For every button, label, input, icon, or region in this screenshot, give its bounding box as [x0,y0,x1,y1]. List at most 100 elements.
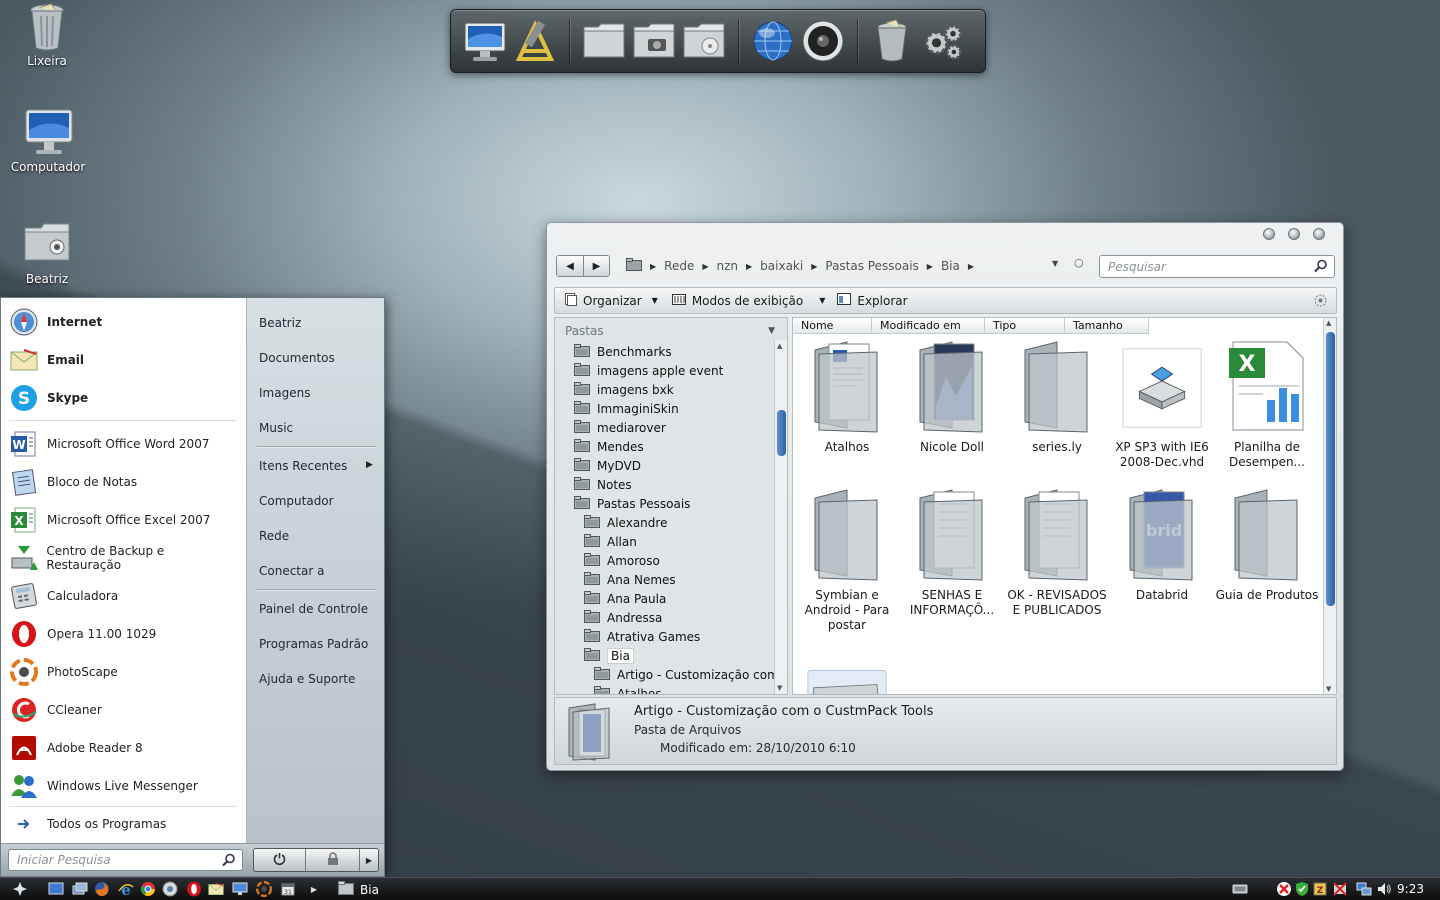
calendar-icon[interactable]: 31 [280,881,296,897]
scroll-thumb[interactable] [777,410,786,456]
tree-folder[interactable]: Notes [574,475,632,494]
place-user[interactable]: Beatriz [259,316,301,330]
show-desktop-icon[interactable] [48,881,64,897]
file-item-selected[interactable] [795,634,899,694]
switch-windows-icon[interactable] [72,881,88,897]
place-help[interactable]: Ajuda e Suporte [259,672,355,686]
file-item[interactable]: OK - REVISADOS E PUBLICADOS [1005,486,1109,618]
file-item[interactable]: Atalhos [795,338,899,455]
opera-icon[interactable] [186,881,202,897]
start-item-backup[interactable]: Centro de Backup e Restauração [9,541,239,575]
file-item[interactable]: SENHAS E INFORMAÇÕ... [900,486,1004,618]
start-item-safari-compass[interactable]: Internet [9,305,239,339]
breadcrumb-item[interactable]: Pastas Pessoais [825,259,918,273]
history-dropdown-icon[interactable]: ▼ [1052,259,1058,268]
place-control-panel[interactable]: Painel de Controle [259,602,368,616]
clock[interactable]: 9:23 [1397,882,1424,896]
scroll-up-icon[interactable]: ▲ [777,342,782,350]
network-warning-icon[interactable] [1332,881,1348,897]
minimize-button[interactable] [1263,228,1275,240]
start-item-excel[interactable]: X Microsoft Office Excel 2007 [9,503,239,537]
breadcrumb-item[interactable]: baixaki [760,259,803,273]
ie-icon[interactable]: e [118,881,134,897]
file-item[interactable]: X Planilha de Desempen... [1215,338,1319,470]
file-item[interactable]: XP SP3 with IE6 2008-Dec.vhd [1110,338,1214,470]
desktop-icon-trash[interactable]: Lixeira [2,2,92,68]
search-icon[interactable] [222,853,236,870]
scroll-thumb[interactable] [1326,332,1335,606]
breadcrumb-item[interactable]: nzn [717,259,739,273]
organize-button[interactable]: Organizar ▼ [565,292,658,309]
tree-folder[interactable]: Mendes [574,437,644,456]
firefox-icon[interactable] [94,881,110,897]
scroll-down-icon[interactable]: ▼ [1326,685,1331,693]
tree-folder[interactable]: imagens apple event [574,361,723,380]
folders-collapse-icon[interactable]: ▼ [768,326,775,336]
monitor-icon[interactable] [232,881,248,897]
column-header-name[interactable]: Nome [793,318,872,334]
start-item-opera[interactable]: Opera 11.00 1029 [9,617,239,651]
start-item-mail[interactable]: Email [9,343,239,377]
speaker-icon[interactable] [801,17,845,65]
mail-icon[interactable] [208,881,224,897]
scroll-down-icon[interactable]: ▼ [777,684,782,692]
tree-folder[interactable]: Benchmarks [574,342,672,361]
explore-button[interactable]: Explorar [837,293,908,308]
start-item-messenger[interactable]: Windows Live Messenger [9,769,239,803]
tree-folder[interactable]: mediarover [574,418,666,437]
start-item-calculator[interactable]: Calculadora [9,579,239,613]
desktop-icon-computer[interactable]: Computador [3,108,93,174]
tree-folder[interactable]: Andressa [584,608,662,627]
quick-launch-more-icon[interactable]: ▶ [306,881,322,897]
file-item[interactable]: Nicole Doll [900,338,1004,455]
volume-icon[interactable] [1376,881,1392,897]
start-item-skype[interactable]: S Skype [9,381,239,415]
network-icon[interactable] [1356,881,1372,897]
start-icon[interactable] [12,881,28,897]
tree-folder[interactable]: Amoroso [584,551,660,570]
tree-folder[interactable]: Bia [584,646,634,665]
back-button[interactable]: ◀ [557,256,583,276]
shield-icon[interactable] [1294,881,1310,897]
scroll-up-icon[interactable]: ▲ [1326,319,1331,327]
refresh-icon[interactable]: ○ [1074,256,1084,269]
close-button[interactable] [1313,228,1325,240]
start-item-adobe-reader[interactable]: Adobe Reader 8 [9,731,239,765]
forward-button[interactable]: ▶ [582,256,609,276]
file-item[interactable]: brid Databrid [1110,486,1214,603]
settings-gears-icon[interactable] [920,17,964,65]
keyboard-icon[interactable] [1232,881,1248,897]
tree-folder[interactable]: imagens bxk [574,380,674,399]
start-item-notepad[interactable]: Bloco de Notas [9,465,239,499]
camera-folder-icon[interactable] [632,17,676,65]
power-button[interactable] [254,849,306,871]
place-images[interactable]: Imagens [259,386,310,400]
shutdown-options-button[interactable]: ▶ [360,849,378,871]
views-button[interactable]: Modos de exibição ▼ [671,293,825,308]
tree-scrollbar[interactable]: ▲ ▼ [774,340,787,694]
search-icon[interactable] [1314,259,1328,276]
breadcrumb-item[interactable]: Bia [941,259,960,273]
start-search-input[interactable]: Iniciar Pesquisa [8,849,243,871]
lock-button[interactable] [306,849,360,871]
place-network[interactable]: Rede [259,529,289,543]
itunes-icon[interactable] [162,881,178,897]
file-item[interactable]: series.ly [1005,338,1109,455]
winzip-icon[interactable]: Z [1312,881,1328,897]
desktop-icon-user[interactable]: Beatriz [2,220,92,286]
tree-folder[interactable]: Atalhos [594,684,662,694]
file-item[interactable]: Symbian e Android - Para postar [795,486,899,633]
taskbar-button-bia[interactable]: Bia [332,880,385,899]
computer-icon[interactable] [463,17,507,65]
start-item-ccleaner[interactable]: CCleaner [9,693,239,727]
tree-folder[interactable]: Atrativa Games [584,627,700,646]
all-programs-button[interactable]: Todos os Programas [9,807,239,841]
antivirus-icon[interactable] [1276,881,1292,897]
column-header-size[interactable]: Tamanho [1065,318,1149,334]
globe-icon[interactable] [751,17,795,65]
place-connect-to[interactable]: Conectar a [259,564,324,578]
place-computer[interactable]: Computador [259,494,334,508]
tree-folder[interactable]: MyDVD [574,456,641,475]
column-header-modified[interactable]: Modificado em [872,318,985,334]
start-item-photoscape[interactable]: PhotoScape [9,655,239,689]
